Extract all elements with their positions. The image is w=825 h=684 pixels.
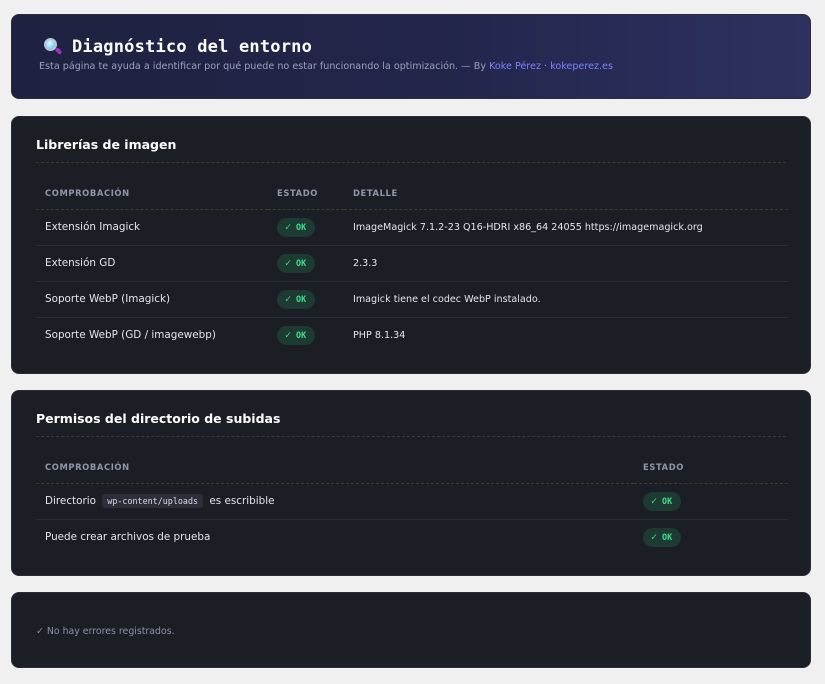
table-row: Soporte WebP (Imagick) ✓ OK Imagick tiene…	[36, 281, 788, 318]
section-title-upload-permissions: Permisos del directorio de subidas	[36, 411, 281, 426]
detail-text: Imagick tiene el codec WebP instalado.	[344, 281, 788, 318]
subtitle-text: Esta página te ayuda a identificar por q…	[39, 61, 490, 72]
table-row: Extensión GD ✓ OK 2.3.3	[36, 245, 788, 282]
column-header-status: ESTADO	[268, 177, 344, 210]
detail-text: ImageMagick 7.1.2-23 Q16-HDRI x86_64 240…	[344, 209, 788, 246]
no-errors-message: ✓ No hay errores registrados.	[36, 626, 175, 637]
check-icon: ✓	[285, 221, 292, 233]
status-cell: ✓ OK	[268, 281, 344, 318]
check-icon: ✓	[285, 329, 292, 341]
check-icon: ✓	[651, 495, 658, 507]
check-label: Extensión Imagick	[36, 209, 268, 246]
status-cell: ✓ OK	[634, 519, 788, 555]
status-badge: ✓ OK	[643, 527, 682, 547]
check-icon: ✓	[285, 257, 292, 269]
column-header-check: COMPROBACIÓN	[36, 177, 268, 210]
author-link[interactable]: Koke Pérez	[489, 61, 541, 72]
site-link[interactable]: kokeperez.es	[550, 61, 613, 72]
status-text: OK	[296, 258, 307, 268]
page-subtitle: Esta página te ayuda a identificar por q…	[39, 61, 613, 72]
table-header-row: COMPROBACIÓN ESTADO	[36, 451, 788, 484]
status-badge: ✓ OK	[277, 217, 316, 237]
check-label-prefix: Directorio	[45, 495, 96, 507]
error-log-card: ✓ No hay errores registrados.	[11, 592, 811, 668]
uploads-path: wp-content/uploads	[102, 494, 204, 508]
status-badge: ✓ OK	[277, 289, 316, 309]
check-label-suffix: es escribible	[209, 495, 275, 507]
check-icon: ✓	[651, 531, 658, 543]
detail-text: 2.3.3	[344, 245, 788, 282]
status-badge: ✓ OK	[277, 325, 316, 345]
section-title-image-libraries: Librerías de imagen	[36, 137, 177, 152]
column-header-status: ESTADO	[634, 451, 788, 484]
header-title-row: Diagnóstico del entorno	[42, 37, 312, 57]
magnifying-glass-icon	[42, 37, 63, 57]
detail-text: PHP 8.1.34	[353, 329, 406, 341]
page-title: Diagnóstico del entorno	[72, 37, 313, 57]
status-text: OK	[662, 532, 673, 543]
section-divider	[36, 162, 786, 163]
status-cell: ✓ OK	[268, 209, 344, 246]
column-header-detail: DETALLE	[344, 177, 788, 210]
status-cell: ✓ OK	[268, 317, 344, 353]
status-badge: ✓ OK	[277, 253, 316, 273]
subtitle-separator: ·	[540, 61, 551, 72]
table-row: Directorio wp-content/uploads es escribi…	[36, 483, 788, 520]
check-label: Puede crear archivos de prueba	[45, 531, 211, 544]
check-label: Soporte WebP (GD / imagewebp)	[45, 329, 216, 342]
status-cell: ✓ OK	[634, 483, 788, 520]
upload-permissions-card: Permisos del directorio de subidas COMPR…	[11, 390, 811, 576]
check-label: Soporte WebP (Imagick)	[36, 281, 268, 318]
table-row: Soporte WebP (GD / imagewebp) ✓ OK PHP 8.…	[36, 317, 788, 353]
section-divider	[36, 436, 786, 437]
header-card: Diagnóstico del entorno Esta página te a…	[11, 14, 811, 99]
check-icon: ✓	[285, 293, 292, 305]
status-text: OK	[662, 496, 673, 506]
status-cell: ✓ OK	[268, 245, 344, 282]
status-text: OK	[296, 330, 307, 341]
check-label: Directorio wp-content/uploads es escribi…	[36, 483, 634, 520]
status-text: OK	[296, 294, 307, 304]
upload-permissions-table: COMPROBACIÓN ESTADO Directorio wp-conten…	[36, 451, 788, 555]
image-libraries-table: COMPROBACIÓN ESTADO DETALLE Extensión Im…	[36, 177, 788, 353]
check-label: Extensión GD	[36, 245, 268, 282]
status-text: OK	[296, 222, 307, 232]
image-libraries-card: Librerías de imagen COMPROBACIÓN ESTADO …	[11, 116, 811, 374]
column-header-check: COMPROBACIÓN	[36, 451, 634, 484]
status-badge: ✓ OK	[643, 491, 682, 511]
table-header-row: COMPROBACIÓN ESTADO DETALLE	[36, 177, 788, 210]
table-row: Extensión Imagick ✓ OK ImageMagick 7.1.2-…	[36, 209, 788, 246]
table-row: Puede crear archivos de prueba ✓ OK	[36, 519, 788, 555]
